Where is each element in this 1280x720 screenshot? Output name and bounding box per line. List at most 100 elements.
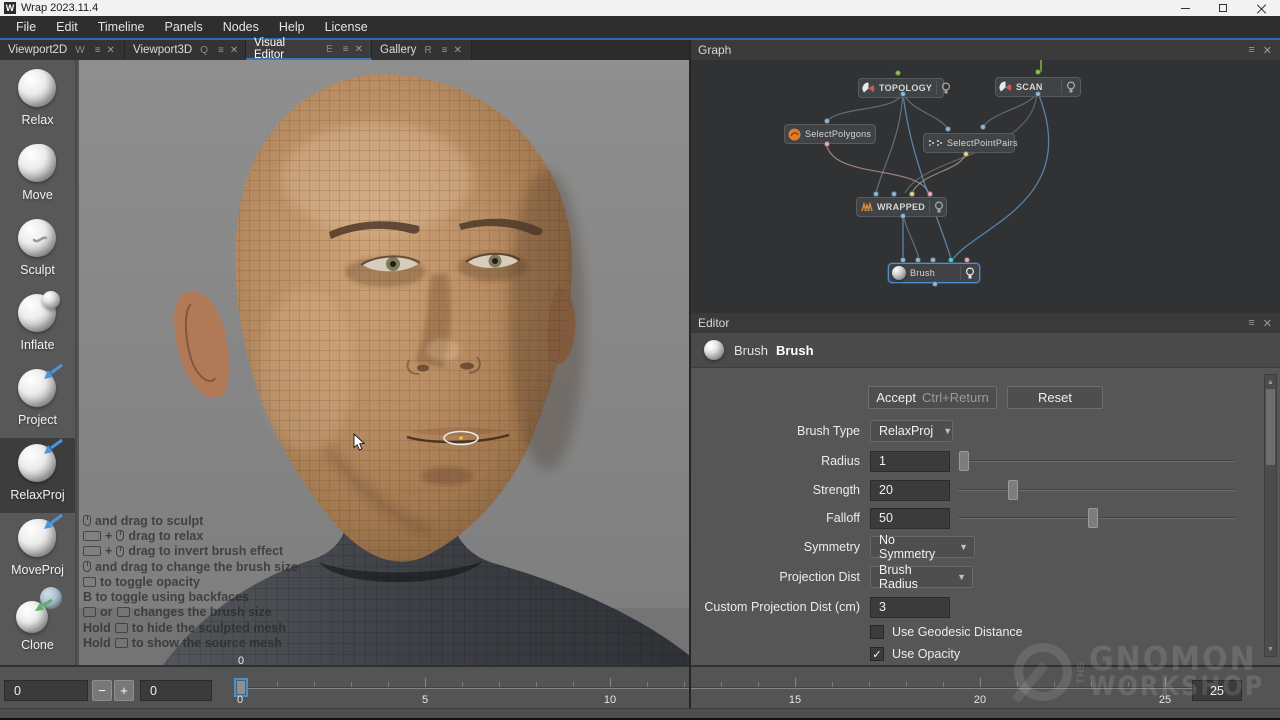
visibility-bulb-icon[interactable] [936, 81, 951, 95]
tab-close-icon[interactable]: ✕ [454, 45, 462, 56]
visibility-bulb-icon[interactable] [929, 200, 944, 214]
tab-menu-icon[interactable]: ≡ [343, 44, 348, 55]
port-dot[interactable] [900, 213, 906, 219]
port-dot[interactable] [945, 126, 951, 132]
strength-slider[interactable] [958, 479, 1235, 501]
graph-node-selectpointpairs[interactable]: SelectPointPairs [923, 133, 1015, 153]
tab-menu-icon[interactable]: ≡ [218, 45, 223, 56]
falloff-input[interactable]: 50 [870, 508, 950, 529]
radius-slider[interactable] [958, 450, 1235, 472]
symmetry-dropdown[interactable]: No Symmetry ▼ [870, 536, 975, 558]
use-opacity-checkbox[interactable]: ✓ [870, 647, 884, 661]
menu-panels[interactable]: Panels [154, 16, 212, 38]
graph-node-brush[interactable]: Brush [888, 263, 980, 283]
port-dot[interactable] [1035, 69, 1041, 75]
menu-timeline[interactable]: Timeline [88, 16, 155, 38]
current-frame-input[interactable]: 0 [140, 680, 212, 701]
sculpt-3d-viewport[interactable]: and drag to sculpt +drag to relax +drag … [79, 60, 690, 665]
port-dot[interactable] [927, 191, 933, 197]
dropdown-value: No Symmetry [879, 533, 949, 561]
chevron-down-icon: ▼ [947, 572, 966, 582]
tab-menu-icon[interactable]: ≡ [95, 45, 100, 56]
port-dot[interactable] [932, 281, 938, 287]
tab-gallery[interactable]: Gallery R ≡ ✕ [372, 40, 472, 60]
visibility-bulb-icon[interactable] [960, 266, 975, 280]
menu-file[interactable]: File [6, 16, 46, 38]
custom-projection-dist-input[interactable]: 3 [870, 597, 950, 618]
port-dot[interactable] [964, 257, 970, 263]
tool-relax[interactable]: Relax [0, 63, 75, 138]
tab-close-icon[interactable]: ✕ [230, 45, 238, 56]
projection-dist-dropdown[interactable]: Brush Radius ▼ [870, 566, 973, 588]
minimize-button[interactable] [1166, 0, 1204, 16]
menu-help[interactable]: Help [269, 16, 315, 38]
port-dot[interactable] [824, 118, 830, 124]
tab-viewport3d[interactable]: Viewport3D Q ≡ ✕ [125, 40, 246, 60]
slider-track[interactable] [958, 460, 1235, 462]
tool-project[interactable]: Project [0, 363, 75, 438]
port-dot[interactable] [900, 257, 906, 263]
maximize-button[interactable] [1204, 0, 1242, 16]
selectpointpairs-node-icon [927, 137, 943, 150]
close-button[interactable] [1242, 0, 1280, 16]
tab-menu-icon[interactable]: ≡ [442, 45, 447, 56]
slider-handle[interactable] [1008, 480, 1018, 500]
port-dot[interactable] [1035, 91, 1041, 97]
end-frame-input[interactable]: 25 [1192, 680, 1242, 701]
falloff-slider[interactable] [958, 507, 1235, 529]
port-dot[interactable] [915, 257, 921, 263]
editor-close-icon[interactable]: ✕ [1263, 317, 1272, 330]
slider-handle[interactable] [959, 451, 969, 471]
menu-nodes[interactable]: Nodes [213, 16, 269, 38]
timeline-start-input[interactable]: 0 [4, 680, 88, 701]
timeline-track[interactable] [240, 687, 1195, 689]
frame-decrement-button[interactable]: − [92, 680, 112, 701]
port-dot[interactable] [909, 191, 915, 197]
visibility-bulb-icon[interactable] [1061, 80, 1076, 94]
tool-relaxproj[interactable]: RelaxProj [0, 438, 75, 513]
port-dot[interactable] [900, 91, 906, 97]
scroll-down-icon[interactable]: ▼ [1265, 643, 1276, 655]
tool-label: Sculpt [20, 263, 55, 277]
frame-increment-button[interactable]: + [114, 680, 134, 701]
strength-input[interactable]: 20 [870, 480, 950, 501]
port-dot[interactable] [873, 191, 879, 197]
port-dot[interactable] [948, 257, 954, 263]
tool-inflate[interactable]: Inflate [0, 288, 75, 363]
tab-close-icon[interactable]: ✕ [107, 45, 115, 56]
editor-menu-icon[interactable]: ≡ [1248, 317, 1254, 330]
scrollbar-thumb[interactable] [1266, 389, 1275, 465]
port-dot[interactable] [963, 151, 969, 157]
slider-handle[interactable] [1088, 508, 1098, 528]
tool-sculpt[interactable]: Sculpt [0, 213, 75, 288]
tool-label: Inflate [20, 338, 54, 352]
node-graph-canvas[interactable]: TOPOLOGY SCAN SelectPolygons SelectPoint… [690, 60, 1280, 313]
port-dot[interactable] [930, 257, 936, 263]
scroll-up-icon[interactable]: ▲ [1265, 376, 1276, 388]
brush-type-dropdown[interactable]: RelaxProj ▼ [870, 420, 953, 442]
tab-close-icon[interactable]: ✕ [355, 44, 363, 55]
tool-moveproj[interactable]: MoveProj [0, 513, 75, 588]
slider-track[interactable] [958, 489, 1235, 491]
reset-button[interactable]: Reset [1007, 386, 1103, 409]
radius-input[interactable]: 1 [870, 451, 950, 472]
accept-button[interactable]: Accept Ctrl+Return [868, 386, 997, 409]
graph-node-selectpolygons[interactable]: SelectPolygons [784, 124, 876, 144]
use-geodesic-distance-checkbox[interactable] [870, 625, 884, 639]
port-dot[interactable] [895, 70, 901, 76]
graph-menu-icon[interactable]: ≡ [1248, 44, 1254, 57]
tab-viewport2d[interactable]: Viewport2D W ≡ ✕ [0, 40, 125, 60]
graph-close-icon[interactable]: ✕ [1263, 44, 1272, 57]
tab-visual-editor[interactable]: Visual Editor E ≡ ✕ [246, 40, 372, 60]
tool-clone[interactable]: Clone [0, 588, 75, 663]
port-dot[interactable] [824, 141, 830, 147]
menu-edit[interactable]: Edit [46, 16, 88, 38]
tab-label: Viewport2D [8, 44, 67, 56]
pane-divider[interactable] [689, 40, 691, 708]
timeline-ticks-major[interactable] [240, 678, 1166, 687]
editor-scrollbar[interactable]: ▲ ▼ [1264, 374, 1277, 657]
tool-move[interactable]: Move [0, 138, 75, 213]
port-dot[interactable] [980, 124, 986, 130]
menu-license[interactable]: License [315, 16, 378, 38]
port-dot[interactable] [891, 191, 897, 197]
